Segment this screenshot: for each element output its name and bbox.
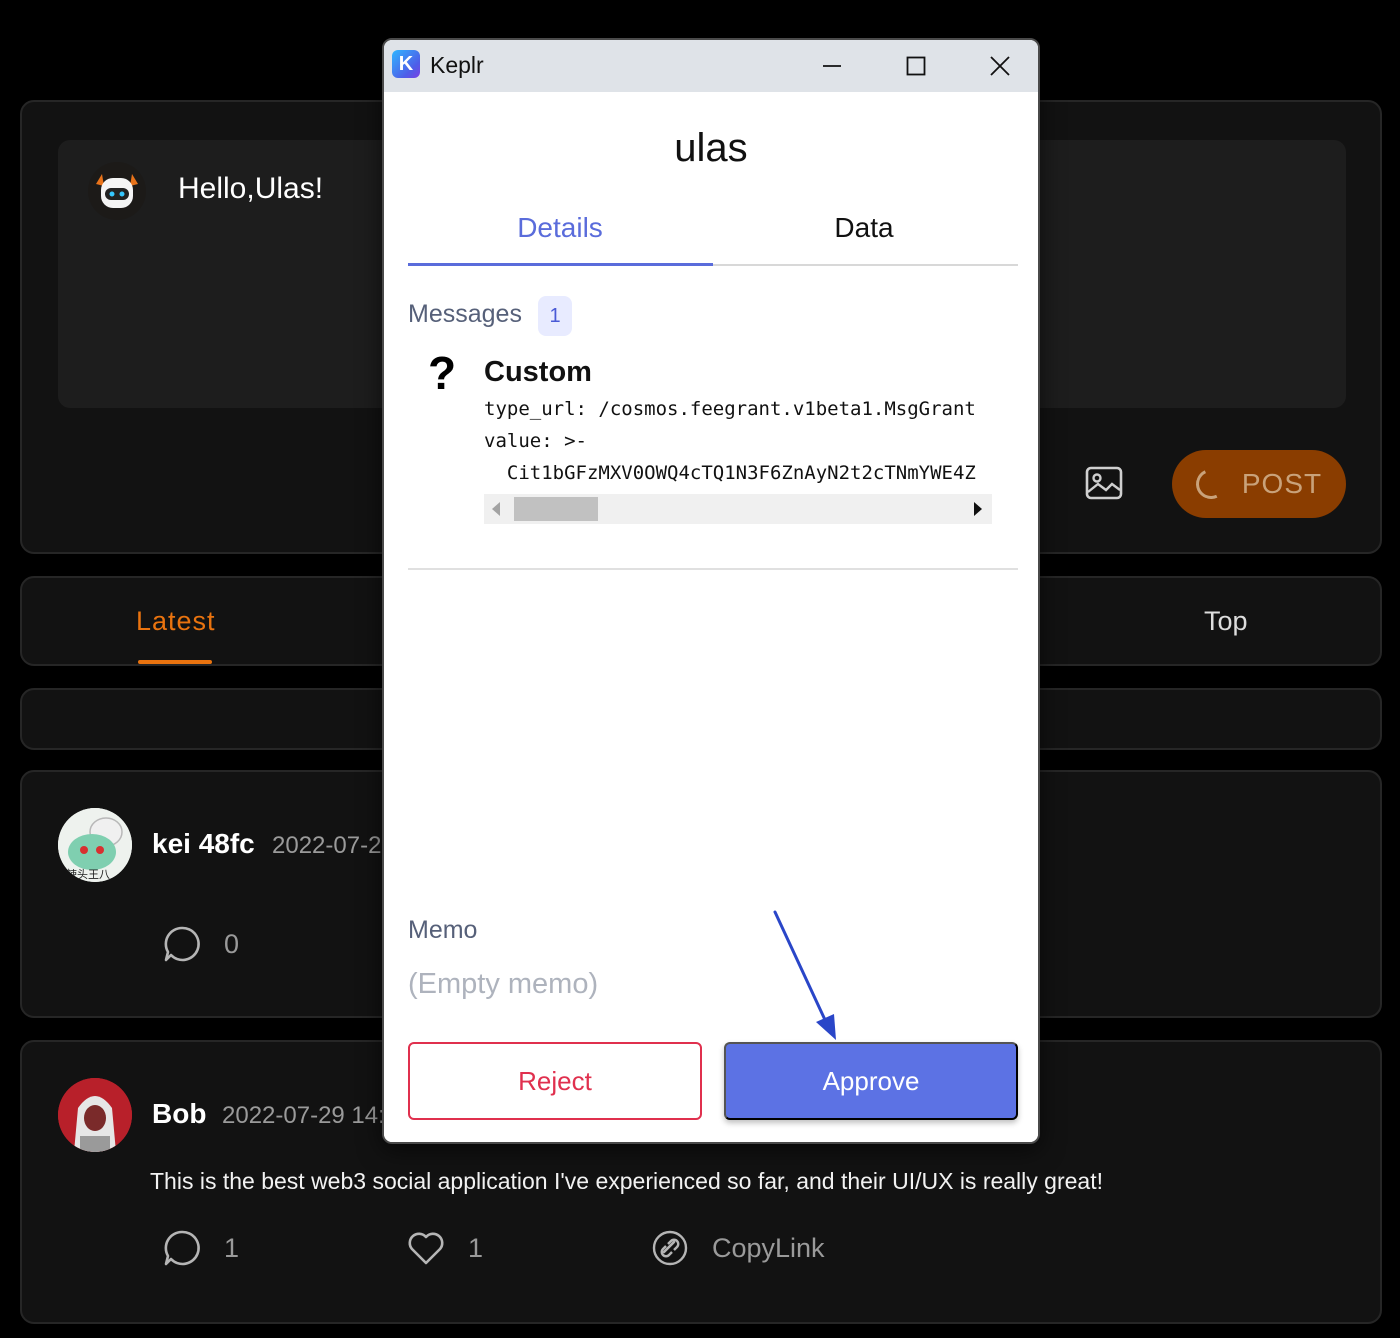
copy-link-action[interactable]: CopyLink — [650, 1228, 825, 1268]
value-line: value: >- — [484, 430, 587, 452]
reject-button[interactable]: Reject — [408, 1042, 702, 1120]
question-mark-icon: ? — [428, 347, 457, 399]
like-action[interactable]: 1 — [406, 1228, 483, 1268]
sign-request-panel: ulas Details Data Messages 1 ? Custom ty… — [384, 92, 1038, 1142]
tab-active-indicator — [408, 263, 713, 266]
comment-action[interactable]: 0 — [162, 924, 239, 964]
tab-top[interactable]: Top — [1204, 606, 1248, 637]
comment-count: 1 — [224, 1232, 240, 1263]
loading-spinner-icon — [1191, 464, 1231, 504]
window-title: Keplr — [430, 52, 484, 78]
close-button[interactable] — [980, 48, 1020, 84]
comment-count: 0 — [224, 928, 240, 959]
maximize-button[interactable] — [896, 48, 936, 84]
value-data-line: Cit1bGFzMXV0OWQ4cTQ1N3F6ZnAyN2t2cTNmYWE4… — [484, 462, 976, 484]
user-avatar — [88, 162, 146, 220]
memo-label: Memo — [408, 916, 478, 944]
message-title: Custom — [484, 356, 592, 388]
comment-icon — [164, 926, 200, 962]
horizontal-scrollbar[interactable] — [484, 494, 992, 524]
scroll-right-icon[interactable] — [974, 502, 982, 516]
copy-link-label: CopyLink — [712, 1232, 825, 1263]
minimize-icon — [823, 65, 841, 67]
comment-icon — [164, 1230, 200, 1266]
post-date: 2022-07-2 — [272, 832, 382, 859]
svg-text:辣头王八: 辣头王八 — [66, 867, 110, 881]
bulbasaur-avatar-icon: 辣头王八 — [58, 808, 132, 882]
chain-name: ulas — [674, 126, 748, 170]
keplr-logo-icon: K — [392, 50, 420, 78]
tab-active-indicator — [138, 660, 212, 664]
post-button-label: POST — [1241, 468, 1323, 499]
post-button[interactable]: POST — [1172, 450, 1346, 518]
keplr-window: K Keplr ulas Details Data Messages 1 ? C… — [382, 38, 1040, 1144]
post-body: This is the best web3 social application… — [150, 1168, 1103, 1194]
post-date: 2022-07-29 14: — [222, 1102, 385, 1129]
close-icon — [990, 56, 1010, 76]
window-titlebar[interactable]: K Keplr — [384, 40, 1038, 92]
post-author[interactable]: Bob — [152, 1098, 206, 1130]
messages-label: Messages — [408, 300, 522, 328]
section-divider — [408, 568, 1018, 570]
memo-value: (Empty memo) — [408, 968, 599, 1000]
image-upload-icon[interactable] — [1084, 464, 1124, 504]
robot-avatar-icon — [96, 174, 138, 208]
maximize-icon — [906, 56, 926, 76]
tab-latest[interactable]: Latest — [136, 606, 216, 637]
type-url-line: type_url: /cosmos.feegrant.v1beta1.MsgGr… — [484, 398, 976, 420]
scroll-left-icon[interactable] — [492, 502, 500, 516]
comment-action[interactable]: 1 — [162, 1228, 239, 1268]
hooded-figure-avatar-icon — [58, 1078, 132, 1152]
scrollbar-thumb[interactable] — [514, 497, 598, 521]
messages-count-badge: 1 — [538, 296, 572, 336]
approve-button[interactable]: Approve — [724, 1042, 1018, 1120]
tab-details[interactable]: Details — [408, 212, 712, 244]
post-author[interactable]: kei 48fc — [152, 828, 255, 860]
heart-icon — [408, 1232, 444, 1265]
minimize-button[interactable] — [812, 48, 852, 84]
greeting-text: Hello,Ulas! — [178, 172, 324, 205]
tab-data[interactable]: Data — [712, 212, 1016, 244]
like-count: 1 — [468, 1232, 484, 1263]
link-icon — [652, 1230, 688, 1266]
avatar[interactable]: 辣头王八 — [58, 808, 132, 882]
avatar[interactable] — [58, 1078, 132, 1152]
